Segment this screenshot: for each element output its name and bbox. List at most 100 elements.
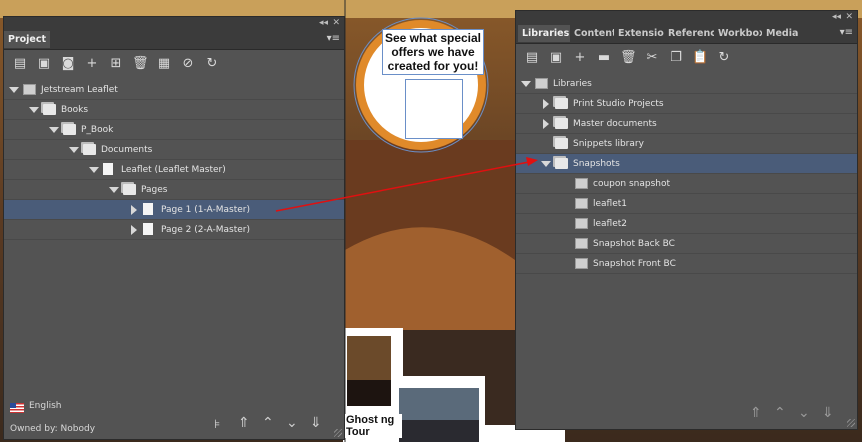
us-flag-icon xyxy=(10,403,24,413)
delete-icon[interactable]: 🗑 xyxy=(132,56,149,72)
move-down-icon[interactable]: ⌄ xyxy=(798,405,810,421)
save-version-icon[interactable]: ◙ xyxy=(60,56,76,72)
folder-icon xyxy=(555,118,568,129)
disclosure-open-icon[interactable] xyxy=(89,167,99,173)
offer-text-frame[interactable]: See what special offers we have created … xyxy=(382,29,484,75)
tree-row-snippets-library[interactable]: Snippets library xyxy=(516,134,857,154)
tree-row-master-documents[interactable]: Master documents xyxy=(516,114,857,134)
libraries-tree: Libraries Print Studio Projects Master doc… xyxy=(516,74,857,274)
tree-row-label: Leaflet (Leaflet Master) xyxy=(121,165,226,175)
tree-row-libraries[interactable]: Libraries xyxy=(516,74,857,94)
tree-row-label: Snapshots xyxy=(573,159,620,169)
tab-media[interactable]: Media xyxy=(762,25,802,42)
save-icon[interactable]: ▣ xyxy=(548,50,564,66)
document-icon xyxy=(103,163,113,175)
add-icon[interactable]: + xyxy=(572,50,588,66)
tab-libraries[interactable]: Libraries xyxy=(518,25,570,42)
tree-row-jetstream-leaflet[interactable]: Jetstream Leaflet xyxy=(4,80,344,100)
tab-content[interactable]: Content xyxy=(570,25,614,42)
disclosure-closed-icon[interactable] xyxy=(543,99,549,109)
tree-row-snapshot-back-bc[interactable]: Snapshot Back BC xyxy=(516,234,857,254)
move-top-icon[interactable]: ⇑ xyxy=(238,415,250,431)
panel-title-bar[interactable]: ◂◂ ✕ xyxy=(516,11,857,24)
tree-row-label: Print Studio Projects xyxy=(573,99,664,109)
tree-row-documents[interactable]: Documents xyxy=(4,140,344,160)
add-child-icon[interactable]: ⊞ xyxy=(108,56,124,72)
close-icon[interactable]: ✕ xyxy=(332,18,340,28)
move-top-icon[interactable]: ⇑ xyxy=(750,405,762,421)
tab-project[interactable]: Project xyxy=(4,31,51,48)
collapse-icon[interactable]: ◂◂ xyxy=(319,18,328,28)
tree-row-label: Snapshot Back BC xyxy=(593,239,675,249)
panel-title-bar[interactable]: ◂◂ ✕ xyxy=(4,17,344,30)
unlink-icon[interactable]: ⊘ xyxy=(180,56,196,72)
tree-row-print-studio-projects[interactable]: Print Studio Projects xyxy=(516,94,857,114)
tab-workbox[interactable]: Workbox xyxy=(714,25,762,42)
move-bottom-icon[interactable]: ⇓ xyxy=(310,415,322,431)
tab-reference[interactable]: Reference xyxy=(664,25,714,42)
panel-menu-icon[interactable]: ▾≡ xyxy=(840,27,853,38)
tree-row-label: Books xyxy=(61,105,89,115)
tree-row-page-1-1-a-master[interactable]: Page 1 (1-A-Master) xyxy=(4,200,344,220)
cut-icon[interactable]: ✂ xyxy=(644,50,660,66)
panel-menu-icon[interactable]: ▾≡ xyxy=(327,33,340,44)
add-icon[interactable]: + xyxy=(84,56,100,72)
move-up-icon[interactable]: ⌃ xyxy=(774,405,786,421)
disclosure-closed-icon[interactable] xyxy=(131,225,137,235)
disclosure-open-icon[interactable] xyxy=(541,161,551,167)
folder-icon xyxy=(43,104,56,115)
page-icon xyxy=(143,223,153,235)
tree-row-label: Master documents xyxy=(573,119,657,129)
snapshot-icon xyxy=(575,218,588,229)
disclosure-closed-icon[interactable] xyxy=(543,119,549,129)
tree-row-leaflet1[interactable]: leaflet1 xyxy=(516,194,857,214)
snapshot-icon xyxy=(575,258,588,269)
tree-row-snapshots[interactable]: Snapshots xyxy=(516,154,857,174)
move-down-icon[interactable]: ⌄ xyxy=(286,415,298,431)
qr-code-frame[interactable] xyxy=(405,79,463,139)
tree-row-label: Page 1 (1-A-Master) xyxy=(161,205,250,215)
new-folder-icon[interactable]: ▬ xyxy=(596,50,612,66)
disclosure-open-icon[interactable] xyxy=(521,81,531,87)
tree-row-snapshot-front-bc[interactable]: Snapshot Front BC xyxy=(516,254,857,274)
checkout-icon[interactable]: ▤ xyxy=(12,56,28,72)
tree-row-label: Page 2 (2-A-Master) xyxy=(161,225,250,235)
tree-row-leaflet2[interactable]: leaflet2 xyxy=(516,214,857,234)
language-label[interactable]: English xyxy=(29,401,62,411)
book-icon xyxy=(63,124,76,135)
save-icon[interactable]: ▣ xyxy=(36,56,52,72)
resize-handle[interactable] xyxy=(847,419,855,427)
disclosure-open-icon[interactable] xyxy=(109,187,119,193)
owner-label: Owned by: Nobody xyxy=(10,424,96,434)
properties-icon[interactable]: ▦ xyxy=(156,56,172,72)
ghost-tour-text[interactable]: Ghost ng Tour xyxy=(344,414,402,438)
tree-row-p-book[interactable]: P_Book xyxy=(4,120,344,140)
tab-extension[interactable]: Extension xyxy=(614,25,664,42)
collapse-icon[interactable]: ◂◂ xyxy=(832,12,841,22)
disclosure-closed-icon[interactable] xyxy=(131,205,137,215)
outline-icon[interactable]: ⊧ xyxy=(214,417,220,431)
disclosure-open-icon[interactable] xyxy=(69,147,79,153)
close-icon[interactable]: ✕ xyxy=(845,12,853,22)
refresh-icon[interactable]: ↻ xyxy=(716,50,732,66)
tree-row-coupon-snapshot[interactable]: coupon snapshot xyxy=(516,174,857,194)
disclosure-open-icon[interactable] xyxy=(9,87,19,93)
resize-handle[interactable] xyxy=(334,429,342,437)
disclosure-open-icon[interactable] xyxy=(49,127,59,133)
paste-icon[interactable]: 📋 xyxy=(692,50,708,66)
tree-row-page-2-2-a-master[interactable]: Page 2 (2-A-Master) xyxy=(4,220,344,240)
move-up-icon[interactable]: ⌃ xyxy=(262,415,274,431)
move-bottom-icon[interactable]: ⇓ xyxy=(822,405,834,421)
tree-row-pages[interactable]: Pages xyxy=(4,180,344,200)
folder-icon xyxy=(83,144,96,155)
disclosure-open-icon[interactable] xyxy=(29,107,39,113)
copy-icon[interactable]: ❐ xyxy=(668,50,684,66)
snapshot-icon xyxy=(575,198,588,209)
tree-row-books[interactable]: Books xyxy=(4,100,344,120)
delete-icon[interactable]: 🗑 xyxy=(620,50,637,66)
tree-row-leaflet-leaflet-master[interactable]: Leaflet (Leaflet Master) xyxy=(4,160,344,180)
checkout-icon[interactable]: ▤ xyxy=(524,50,540,66)
refresh-icon[interactable]: ↻ xyxy=(204,56,220,72)
project-tabbar: Project ▾≡ xyxy=(4,30,344,50)
tree-row-label: Snippets library xyxy=(573,139,644,149)
